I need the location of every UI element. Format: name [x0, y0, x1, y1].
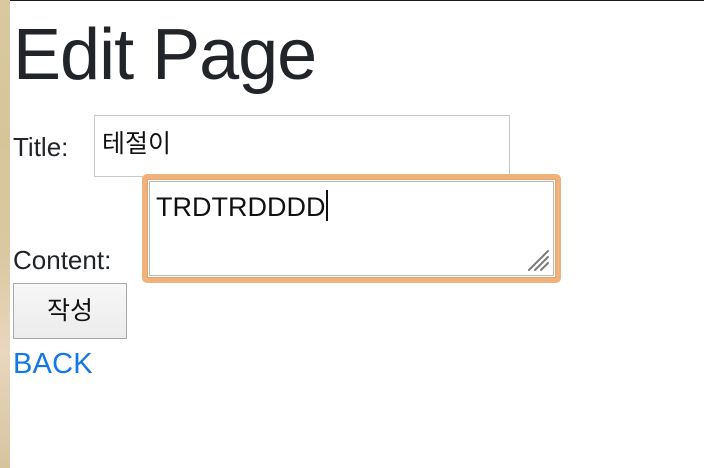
- content-textarea-inner[interactable]: TRDTRDDDD: [149, 181, 554, 276]
- resize-handle-icon[interactable]: [521, 243, 551, 273]
- title-input[interactable]: 테절이: [94, 115, 510, 177]
- background-edge: [0, 0, 10, 468]
- title-label: Title:: [13, 132, 69, 162]
- back-link[interactable]: BACK: [13, 347, 93, 381]
- text-caret: [326, 190, 329, 221]
- page-title: Edit Page: [13, 15, 317, 95]
- content-value: TRDTRDDDD: [156, 192, 326, 222]
- content-textarea[interactable]: TRDTRDDDD: [142, 174, 561, 283]
- submit-button[interactable]: 작성: [13, 283, 127, 339]
- content-text: TRDTRDDDD: [156, 190, 329, 223]
- window-top-border: [0, 0, 704, 1]
- content-label: Content:: [13, 245, 112, 275]
